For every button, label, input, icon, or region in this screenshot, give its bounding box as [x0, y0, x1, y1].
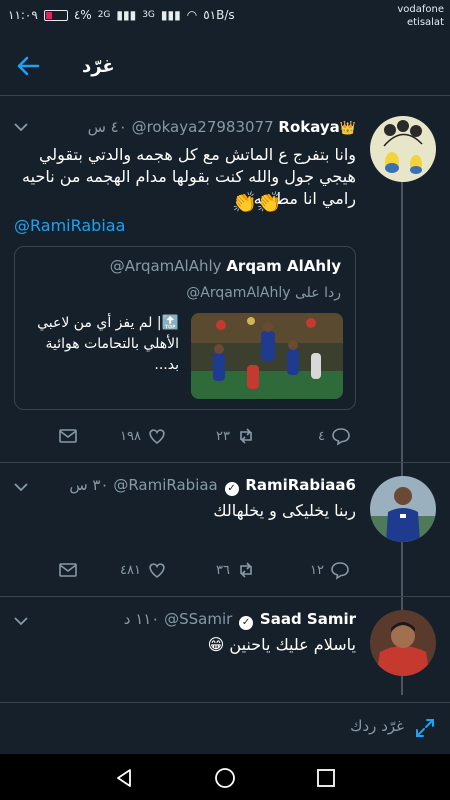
- signal-icon: ▮▮▮: [116, 8, 137, 22]
- reply-button[interactable]: ٤: [318, 424, 351, 448]
- quoted-tweet[interactable]: @ArqamAlAhly Arqam AlAhly @ArqamAlAhly ر…: [14, 246, 356, 410]
- verified-icon: ✓: [224, 482, 239, 496]
- tweet-time: ٣٠ س: [69, 476, 109, 494]
- tweet-time: ٤٠ س: [87, 118, 127, 136]
- signal-icon: ▮▮▮: [160, 8, 181, 22]
- reply-input[interactable]: غرّد ردك: [350, 717, 404, 735]
- nav-home-icon[interactable]: [213, 766, 237, 790]
- quote-header: @ArqamAlAhly Arqam AlAhly: [110, 257, 341, 275]
- reply-icon: [331, 562, 349, 580]
- battery-level: ٤%: [73, 8, 92, 22]
- share-button[interactable]: [58, 558, 78, 582]
- reply-count: ٤: [318, 428, 325, 444]
- tweet-text: وانا بتفرج ع الماتش مع كل هجمه والدتي بت…: [22, 145, 356, 208]
- status-bar: ١١:٠٩ ٤% 2G ▮▮▮ 3G ▮▮▮ ◠ ٥١B/s vodafone …: [0, 0, 450, 36]
- quote-author: Arqam AlAhly: [226, 257, 341, 275]
- chevron-down-icon[interactable]: [14, 122, 28, 132]
- carrier-2: etisalat: [406, 17, 444, 28]
- share-button[interactable]: [58, 424, 78, 448]
- wifi-icon: ◠: [186, 8, 198, 22]
- tweet-actions: ٤٨١ ٣٦ ١٢: [0, 558, 450, 582]
- quote-reply-label: ردا على: [295, 285, 341, 301]
- net-2g: 2G: [97, 10, 111, 20]
- retweet-count: ٣٦: [216, 562, 230, 578]
- heart-icon: [149, 563, 165, 579]
- tweet-handle[interactable]: @SSamir: [164, 610, 232, 628]
- tweet-meta: ١١٠ د @SSamir ✓ Saad Samir: [124, 610, 356, 630]
- tweet-meta: ٣٠ س @RamiRabiaa ✓ RamiRabiaa6: [69, 476, 356, 496]
- retweet-icon: [240, 428, 252, 444]
- app-bar: غرّد: [0, 36, 450, 96]
- reply-icon: [332, 428, 350, 446]
- tweet-text: ربنا يخليكى و يخلهالك: [213, 501, 356, 520]
- tweet-author[interactable]: Saad Samir: [260, 610, 356, 628]
- nav-recents-icon[interactable]: [314, 766, 338, 790]
- like-count: ١٩٨: [120, 428, 141, 444]
- page-title: غرّد: [82, 56, 115, 77]
- tweet-handle[interactable]: @RamiRabiaa: [113, 476, 217, 494]
- tweet-mention[interactable]: @RamiRabiaa: [14, 216, 125, 235]
- retweet-icon: [240, 562, 252, 578]
- net-3g: 3G: [142, 10, 155, 20]
- divider: [0, 596, 450, 597]
- divider: [0, 462, 450, 463]
- avatar[interactable]: [370, 116, 436, 182]
- status-left: ١١:٠٩ ٤% 2G ▮▮▮ 3G ▮▮▮ ◠ ٥١B/s: [8, 8, 235, 22]
- avatar[interactable]: [370, 610, 436, 676]
- clapping-emoji: 👏👏: [232, 190, 282, 214]
- like-button[interactable]: ٤٨١: [120, 558, 167, 582]
- mail-icon: [59, 563, 77, 577]
- verified-icon: ✓: [239, 616, 254, 630]
- network-speed: ٥١B/s: [203, 8, 235, 22]
- retweet-button[interactable]: ٢٣: [216, 424, 256, 448]
- tweet-time: ١١٠ د: [123, 610, 160, 628]
- carrier-1: vodafone: [397, 4, 444, 15]
- tweet-author[interactable]: Rokaya: [278, 118, 339, 136]
- quote-image[interactable]: [191, 313, 343, 399]
- tweet-actions: ١٩٨ ٢٣ ٤: [0, 424, 450, 448]
- quote-reply-to: @ArqamAlAhly ردا على: [186, 285, 341, 301]
- nav-back-icon[interactable]: [112, 766, 136, 790]
- reply-button[interactable]: ١٢: [310, 558, 350, 582]
- heart-icon: [149, 429, 165, 445]
- retweet-count: ٢٣: [216, 428, 230, 444]
- expand-icon[interactable]: [414, 717, 436, 739]
- tweet[interactable]: ١١٠ د @SSamir ✓ Saad Samir ياسلام عليك ي…: [0, 604, 450, 700]
- retweet-button[interactable]: ٣٦: [216, 558, 256, 582]
- avatar[interactable]: [370, 476, 436, 542]
- system-nav-bar: [0, 754, 450, 800]
- like-count: ٤٨١: [120, 562, 141, 578]
- carrier-info: vodafone etisalat: [397, 3, 444, 29]
- quote-reply-handle[interactable]: @ArqamAlAhly: [186, 285, 290, 301]
- tweet-author[interactable]: RamiRabiaa6: [245, 476, 356, 494]
- reply-count: ١٢: [310, 562, 324, 578]
- clock: ١١:٠٩: [8, 8, 38, 22]
- chevron-down-icon[interactable]: [14, 482, 28, 492]
- tweet-meta: ٤٠ س @rokaya27983077 Rokaya👑: [88, 118, 356, 136]
- reply-bar[interactable]: غرّد ردك: [0, 702, 450, 754]
- like-button[interactable]: ١٩٨: [120, 424, 167, 448]
- quote-text: 🔝| لم يفز أي من لاعبي الأهلي بالتحامات ه…: [37, 315, 179, 373]
- mail-icon: [59, 429, 77, 443]
- tweet-handle[interactable]: @rokaya27983077: [132, 118, 274, 136]
- back-arrow-icon[interactable]: [14, 52, 42, 80]
- tweet-text: ياسلام عليك ياحنين 😁: [207, 635, 356, 654]
- chevron-down-icon[interactable]: [14, 616, 28, 626]
- crown-icon: 👑: [339, 121, 356, 136]
- battery-icon: [43, 9, 68, 21]
- quote-handle: @ArqamAlAhly: [109, 257, 222, 275]
